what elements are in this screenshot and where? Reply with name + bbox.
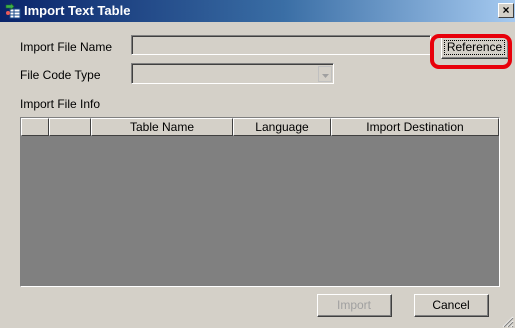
chevron-down-icon (321, 65, 329, 83)
import-table-icon (5, 2, 21, 19)
reference-button[interactable]: Reference (441, 37, 509, 59)
resize-grip-icon[interactable] (502, 315, 514, 328)
import-file-info-table[interactable]: Table Name Language Import Destination (20, 117, 500, 287)
file-code-type-label: File Code Type (20, 68, 101, 82)
file-code-type-select[interactable] (131, 63, 334, 84)
close-button[interactable]: × (498, 3, 514, 18)
window-title: Import Text Table (24, 3, 131, 18)
import-button[interactable]: Import (317, 294, 392, 317)
close-icon: × (502, 3, 510, 17)
column-header-import-destination[interactable]: Import Destination (331, 118, 499, 136)
import-file-name-label: Import File Name (20, 40, 113, 54)
import-text-table-dialog: Import Text Table × Import File Name Ref… (0, 0, 515, 328)
cancel-button[interactable]: Cancel (414, 294, 489, 317)
cancel-button-label: Cancel (432, 298, 470, 312)
column-header-select[interactable] (21, 118, 49, 136)
import-file-info-label: Import File Info (20, 97, 101, 111)
title-bar[interactable]: Import Text Table × (0, 0, 515, 22)
column-header-table-name[interactable]: Table Name (91, 118, 233, 136)
reference-button-label: Reference (443, 40, 506, 55)
dropdown-button[interactable] (318, 66, 332, 82)
column-header-number[interactable] (49, 118, 91, 136)
import-file-name-field[interactable] (131, 35, 431, 55)
import-button-label: Import (336, 298, 371, 312)
table-header: Table Name Language Import Destination (21, 118, 499, 136)
column-header-language[interactable]: Language (233, 118, 331, 136)
